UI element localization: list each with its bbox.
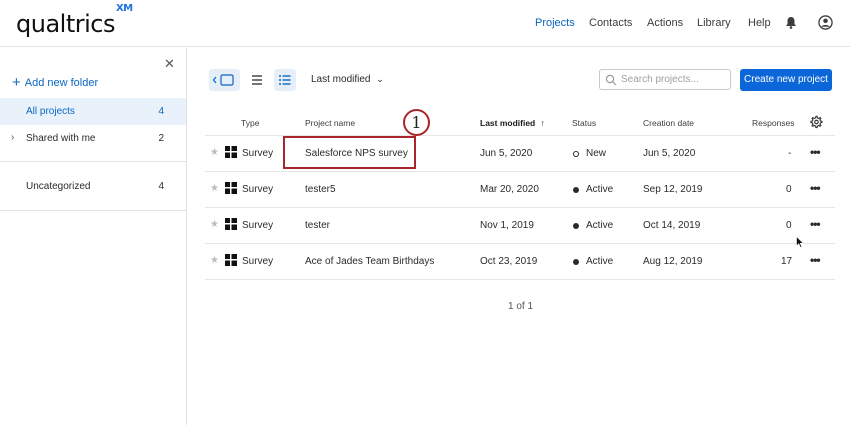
row-creation-date: Aug 12, 2019 [643,256,703,267]
qualtrics-logo[interactable]: qualtricsXM [16,3,133,38]
sidebar-panel-icon [212,74,234,86]
table-bottom-border [205,279,835,280]
sort-ascending-icon: ↑ [540,118,545,128]
row-type: Survey [242,256,274,267]
row-type: Survey [242,148,274,159]
more-options-icon[interactable]: ••• [810,217,821,231]
bell-icon[interactable] [785,16,797,29]
row-status: Active [586,220,614,231]
list-view-icon [279,75,291,85]
row-last-modified: Oct 23, 2019 [480,256,538,267]
row-responses: 0 [786,220,792,231]
status-active-indicator [573,187,579,193]
survey-type-icon [225,146,237,158]
row-creation-date: Sep 12, 2019 [643,184,703,195]
sidebar-item-label: All projects [26,106,75,117]
sidebar-item-all-projects[interactable]: All projects 4 [0,98,186,125]
table-row[interactable]: ★ Survey Ace of Jades Team Birthdays Oct… [205,243,835,279]
row-type: Survey [242,184,274,195]
folder-sidebar: ✕ + Add new folder All projects 4 › Share… [0,48,187,425]
survey-type-icon [225,254,237,266]
nav-contacts[interactable]: Contacts [589,17,632,29]
favorite-star-icon[interactable]: ★ [210,219,219,230]
survey-type-icon [225,182,237,194]
row-last-modified: Nov 1, 2019 [480,220,534,231]
status-new-indicator [573,151,579,157]
favorite-star-icon[interactable]: ★ [210,147,219,158]
favorite-star-icon[interactable]: ★ [210,183,219,194]
column-header-responses[interactable]: Responses [752,118,795,128]
column-header-type: Type [241,118,260,128]
column-header-creation-date[interactable]: Creation date [643,118,694,128]
plus-icon: + [12,74,21,91]
more-options-icon[interactable]: ••• [810,253,821,267]
collapse-sidebar-toggle-button[interactable] [209,69,240,91]
row-creation-date: Jun 5, 2020 [643,148,696,159]
survey-type-icon [225,218,237,230]
column-header-project-name[interactable]: Project name [305,118,355,128]
row-status: New [586,148,607,159]
top-navigation: qualtricsXM Projects Contacts Actions Li… [0,0,850,47]
table-row[interactable]: ★ Survey tester5 Mar 20, 2020 Active Sep… [205,171,835,207]
column-header-status[interactable]: Status [572,118,596,128]
row-status: Active [586,184,614,195]
table-row[interactable]: ★ Survey tester Nov 1, 2019 Active Oct 1… [205,207,835,243]
sort-dropdown[interactable]: Last modified ⌄ [311,74,384,85]
chevron-down-icon: ⌄ [376,74,384,84]
status-active-indicator [573,259,579,265]
nav-projects[interactable]: Projects [535,17,575,29]
row-last-modified: Jun 5, 2020 [480,148,533,159]
row-creation-date: Oct 14, 2019 [643,220,701,231]
row-type: Survey [242,220,274,231]
sidebar-divider [0,161,186,162]
sidebar-item-uncategorized[interactable]: Uncategorized 4 [0,173,186,200]
compact-view-button[interactable] [248,69,266,91]
user-account-icon[interactable] [818,15,833,30]
add-new-folder-button[interactable]: + Add new folder [12,73,99,91]
column-header-label: Last modified [480,118,536,128]
column-header-last-modified[interactable]: Last modified ↑ [480,118,545,128]
pagination-label: 1 of 1 [508,301,534,312]
more-options-icon[interactable]: ••• [810,181,821,195]
logo-text: qualtrics [16,10,115,38]
row-project-name[interactable]: tester [305,220,330,231]
sidebar-item-count: 4 [158,106,164,117]
mouse-cursor-icon [796,236,804,248]
row-last-modified: Mar 20, 2020 [480,184,539,195]
list-view-button[interactable] [274,69,296,91]
search-icon [605,74,617,86]
row-responses: 17 [781,256,793,267]
row-project-name[interactable]: Ace of Jades Team Birthdays [305,256,434,267]
row-responses: - [788,148,792,159]
search-placeholder: Search projects... [621,74,699,85]
row-status: Active [586,256,614,267]
nav-actions[interactable]: Actions [647,17,683,29]
chevron-right-icon[interactable]: › [11,132,14,143]
status-active-indicator [573,223,579,229]
gear-icon[interactable] [809,115,823,129]
sort-dropdown-label: Last modified [311,74,371,85]
sidebar-item-count: 2 [158,133,164,144]
nav-help[interactable]: Help [748,17,771,29]
row-responses: 0 [786,184,792,195]
create-new-project-button[interactable]: Create new project [740,69,832,91]
sidebar-item-shared-with-me[interactable]: › Shared with me 2 [0,125,186,152]
sidebar-item-label: Uncategorized [26,181,91,192]
sidebar-item-count: 4 [158,181,164,192]
favorite-star-icon[interactable]: ★ [210,255,219,266]
sidebar-item-label: Shared with me [26,133,96,144]
project-name-highlight-box [283,136,416,169]
close-sidebar-icon[interactable]: ✕ [164,56,175,72]
logo-xm: XM [115,3,133,14]
step-callout-badge: 1 [403,109,430,136]
sidebar-divider [0,210,186,211]
add-folder-label: Add new folder [24,77,99,89]
search-input[interactable]: Search projects... [599,69,731,90]
more-options-icon[interactable]: ••• [810,145,821,159]
nav-library[interactable]: Library [697,17,731,29]
row-project-name[interactable]: tester5 [305,184,336,195]
compact-list-icon [252,75,262,85]
